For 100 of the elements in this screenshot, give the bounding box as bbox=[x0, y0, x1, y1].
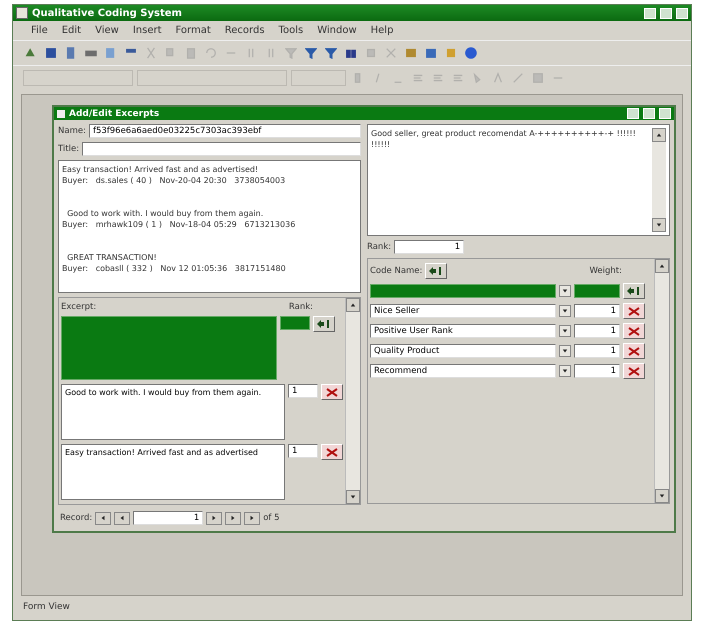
dropdown-button[interactable] bbox=[559, 285, 571, 297]
title-field[interactable] bbox=[82, 142, 361, 156]
rank-field[interactable]: 1 bbox=[288, 444, 318, 458]
delete-button[interactable] bbox=[623, 343, 645, 359]
delete-button[interactable] bbox=[623, 363, 645, 379]
last-record-button[interactable] bbox=[225, 512, 242, 524]
menu-item[interactable]: Format bbox=[176, 25, 211, 36]
new-weight-field[interactable] bbox=[574, 284, 620, 298]
menu-item[interactable]: Help bbox=[370, 25, 394, 36]
delete-button[interactable] bbox=[623, 323, 645, 339]
up-arrow-icon bbox=[350, 302, 356, 308]
new-rank-field[interactable] bbox=[280, 316, 310, 330]
delete-button[interactable] bbox=[623, 303, 645, 319]
scroll-down-button[interactable] bbox=[346, 490, 360, 504]
delete-x-icon bbox=[326, 388, 338, 396]
dropdown-button[interactable] bbox=[559, 305, 571, 317]
delete-button[interactable] bbox=[321, 444, 343, 460]
excerpt-text-box[interactable]: Good seller, great product recomendat A-++++++++++-+ !!!!!! !!!!!! bbox=[367, 124, 670, 236]
rank-field[interactable]: 1 bbox=[288, 384, 318, 398]
previous-arrow-icon bbox=[119, 515, 126, 521]
menu-item[interactable]: Tools bbox=[278, 25, 304, 36]
code-name-field[interactable]: Quality Product bbox=[370, 344, 556, 358]
rank-label: Rank: bbox=[288, 302, 313, 312]
scroll-up-button[interactable] bbox=[652, 128, 666, 142]
weight-field[interactable]: 1 bbox=[574, 364, 620, 378]
menu-item[interactable]: Window bbox=[317, 25, 357, 36]
close-button[interactable] bbox=[676, 8, 688, 18]
rank-field[interactable]: 1 bbox=[394, 240, 464, 254]
delete-x-icon bbox=[628, 306, 640, 316]
dropdown-button[interactable] bbox=[559, 365, 571, 377]
status-text: Form View bbox=[22, 601, 71, 614]
source-text: Easy transaction! Arrived fast and as advertised! Buyer: ds.sales ( 40 ) Nov-20-04 20:30 3738054003 Good to work with. I would buy from them again. Buyer: mrhawk109 ( 1 ) Nov-18-04 05:29 6713213036 GREAT TRANSACTION! Buyer: cobasll ( 332 ) Nov 12 01:05:36 3817151480 bbox=[62, 164, 296, 275]
down-arrow-icon bbox=[562, 288, 568, 294]
down-arrow-icon bbox=[562, 328, 568, 334]
down-arrow-icon bbox=[656, 222, 662, 228]
code-name-field[interactable]: Nice Seller bbox=[370, 304, 556, 318]
app-icon bbox=[16, 7, 28, 19]
menu-item[interactable]: Records bbox=[224, 25, 265, 36]
delete-x-icon bbox=[628, 346, 640, 356]
scroll-up-button[interactable] bbox=[655, 259, 669, 273]
menu-item[interactable]: Edit bbox=[62, 25, 82, 36]
name-field[interactable]: f53f96e6a6aed0e03225c7303ac393ebf bbox=[88, 124, 361, 138]
weight-field[interactable]: 1 bbox=[574, 304, 620, 318]
window-title: Qualitative Coding System bbox=[32, 8, 183, 18]
code-name-field[interactable]: Positive User Rank bbox=[370, 324, 556, 338]
name-label: Name: bbox=[58, 126, 86, 136]
up-arrow-icon bbox=[656, 132, 662, 138]
excerpt-text: Good seller, great product recomendat A-++++++++++-+ !!!!!! !!!!!! bbox=[371, 128, 637, 151]
next-arrow-icon bbox=[211, 515, 218, 521]
menu-item[interactable]: File bbox=[31, 25, 48, 36]
down-arrow-icon bbox=[562, 348, 568, 354]
excerpt-label: Excerpt: bbox=[61, 302, 96, 312]
add-button[interactable] bbox=[623, 283, 645, 299]
menu-item[interactable]: View bbox=[95, 25, 119, 36]
minimize-button[interactable] bbox=[644, 8, 656, 18]
delete-x-icon bbox=[326, 448, 338, 456]
delete-button[interactable] bbox=[321, 384, 343, 400]
scroll-up-button[interactable] bbox=[346, 298, 360, 312]
last-arrow-icon bbox=[230, 515, 236, 521]
first-arrow-icon bbox=[100, 515, 106, 521]
title-label: Title: bbox=[58, 144, 80, 154]
new-excerpt-field[interactable] bbox=[61, 316, 277, 380]
down-arrow-icon bbox=[562, 368, 568, 374]
weight-label: Weight: bbox=[590, 266, 622, 276]
code-name-field[interactable]: Recommend bbox=[370, 364, 556, 378]
form-icon bbox=[57, 110, 65, 118]
new-code-field[interactable] bbox=[370, 284, 556, 298]
sort-button[interactable] bbox=[425, 263, 448, 279]
new-record-button[interactable] bbox=[244, 512, 260, 524]
add-record-icon bbox=[627, 287, 641, 295]
filter-icon[interactable] bbox=[303, 45, 319, 61]
menu-item[interactable]: Insert bbox=[132, 25, 162, 36]
excerpt-field[interactable]: Easy transaction! Arrived fast and as advertised bbox=[61, 444, 285, 500]
record-label: Record: bbox=[60, 513, 92, 523]
dropdown-button[interactable] bbox=[559, 345, 571, 357]
add-button[interactable] bbox=[313, 316, 335, 332]
source-text-box[interactable] bbox=[58, 160, 361, 293]
down-arrow-icon bbox=[562, 308, 568, 314]
record-number-field[interactable]: 1 bbox=[133, 511, 204, 525]
first-record-button[interactable] bbox=[95, 512, 112, 524]
weight-field[interactable]: 1 bbox=[574, 344, 620, 358]
previous-record-button[interactable] bbox=[114, 512, 130, 524]
form-title: Add/Edit Excerpts bbox=[69, 108, 160, 118]
maximize-button[interactable] bbox=[660, 8, 672, 18]
filter-icon[interactable] bbox=[323, 45, 339, 61]
weight-field[interactable]: 1 bbox=[574, 324, 620, 338]
down-arrow-icon bbox=[659, 493, 665, 499]
scroll-down-button[interactable] bbox=[652, 218, 666, 232]
rank-label: Rank: bbox=[367, 242, 392, 252]
add-record-icon bbox=[429, 267, 444, 275]
record-count: of 5 bbox=[263, 513, 280, 523]
code-name-label: Code Name: bbox=[370, 266, 422, 276]
down-arrow-icon bbox=[350, 494, 356, 500]
delete-x-icon bbox=[628, 326, 640, 336]
next-record-button[interactable] bbox=[206, 512, 222, 524]
dropdown-button[interactable] bbox=[559, 325, 571, 337]
excerpt-field[interactable]: Good to work with. I would buy from them again. bbox=[61, 384, 285, 440]
scroll-down-button[interactable] bbox=[655, 489, 669, 503]
add-record-icon bbox=[317, 320, 331, 328]
delete-x-icon bbox=[628, 366, 640, 376]
